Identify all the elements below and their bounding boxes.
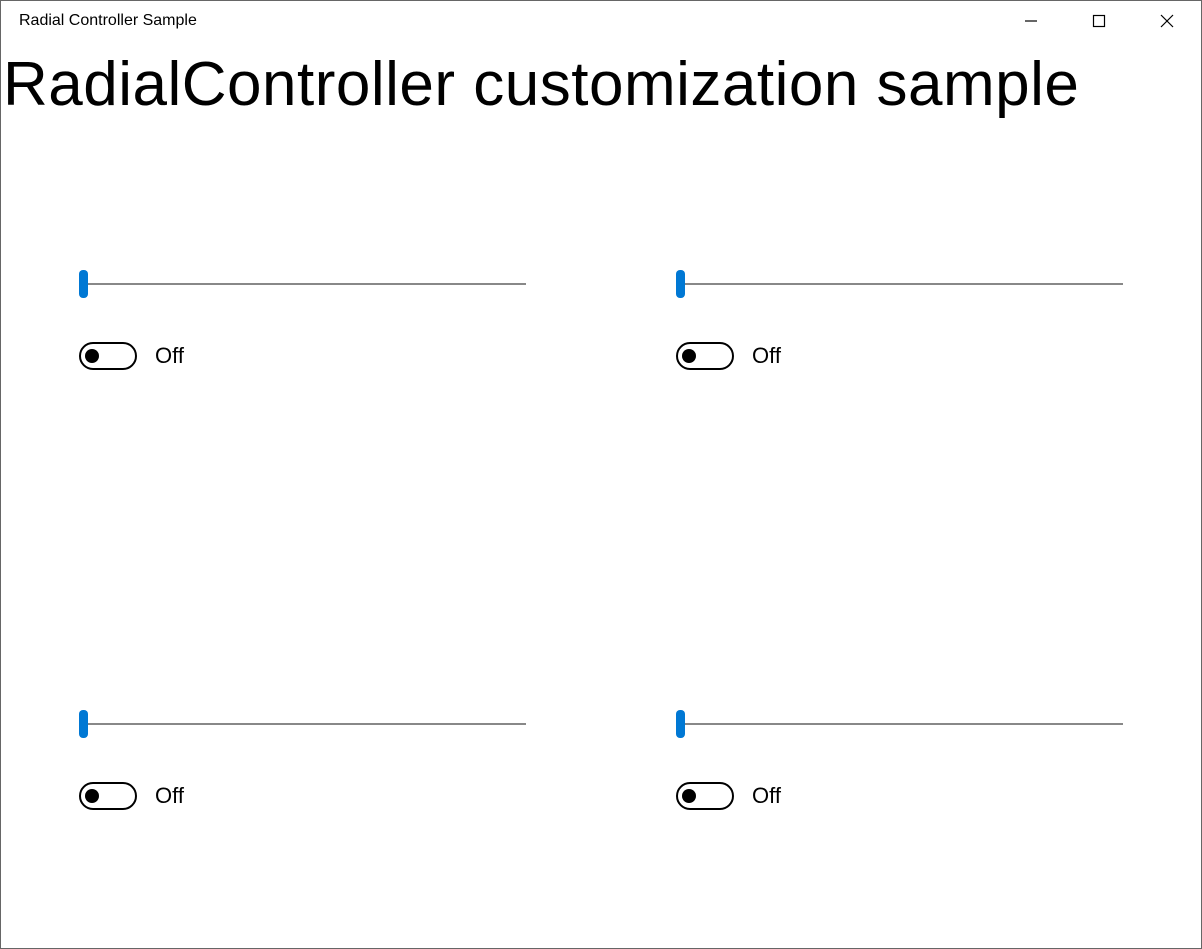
toggle-3[interactable]: [676, 782, 734, 810]
toggle-2[interactable]: [79, 782, 137, 810]
control-group-3: Off: [676, 710, 1123, 810]
slider-thumb[interactable]: [676, 710, 685, 738]
slider-thumb[interactable]: [79, 270, 88, 298]
toggle-row-2: Off: [79, 782, 526, 810]
minimize-icon: [1024, 14, 1038, 28]
toggle-row-1: Off: [676, 342, 1123, 370]
slider-track: [79, 723, 526, 725]
close-button[interactable]: [1133, 1, 1201, 41]
toggle-knob: [682, 349, 696, 363]
slider-track: [79, 283, 526, 285]
slider-0[interactable]: [79, 270, 526, 298]
close-icon: [1160, 14, 1174, 28]
slider-3[interactable]: [676, 710, 1123, 738]
toggle-1[interactable]: [676, 342, 734, 370]
slider-thumb[interactable]: [79, 710, 88, 738]
control-group-0: Off: [79, 270, 526, 370]
toggle-label-2: Off: [155, 783, 184, 809]
slider-track: [676, 283, 1123, 285]
slider-1[interactable]: [676, 270, 1123, 298]
slider-thumb[interactable]: [676, 270, 685, 298]
maximize-button[interactable]: [1065, 1, 1133, 41]
content-grid: Off Off Off: [1, 120, 1201, 810]
window-title: Radial Controller Sample: [19, 12, 197, 30]
toggle-knob: [682, 789, 696, 803]
toggle-0[interactable]: [79, 342, 137, 370]
toggle-label-1: Off: [752, 343, 781, 369]
page-title: RadialController customization sample: [1, 41, 1201, 120]
control-group-2: Off: [79, 710, 526, 810]
toggle-row-3: Off: [676, 782, 1123, 810]
toggle-label-3: Off: [752, 783, 781, 809]
toggle-knob: [85, 789, 99, 803]
control-group-1: Off: [676, 270, 1123, 370]
minimize-button[interactable]: [997, 1, 1065, 41]
slider-track: [676, 723, 1123, 725]
toggle-knob: [85, 349, 99, 363]
toggle-row-0: Off: [79, 342, 526, 370]
titlebar-controls: [997, 1, 1201, 41]
maximize-icon: [1092, 14, 1106, 28]
slider-2[interactable]: [79, 710, 526, 738]
toggle-label-0: Off: [155, 343, 184, 369]
titlebar: Radial Controller Sample: [1, 1, 1201, 41]
